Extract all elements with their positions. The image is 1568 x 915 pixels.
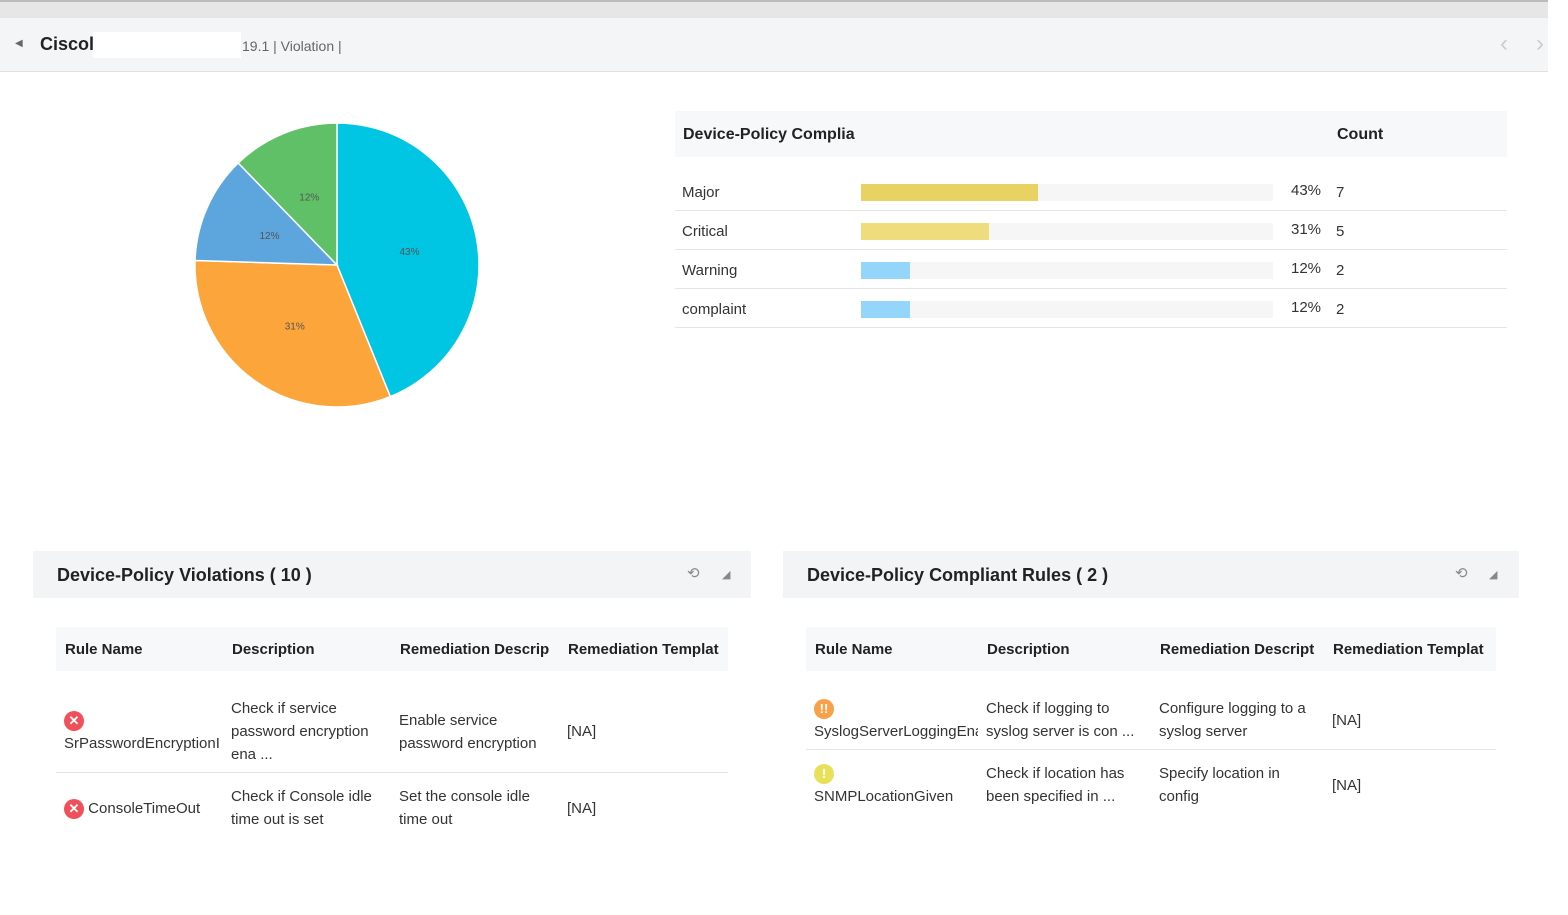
column-header[interactable]: Remediation Descrip — [391, 627, 559, 671]
warning-icon: ! — [814, 764, 834, 785]
severity-label: Warning — [682, 262, 738, 279]
compliance-legend: Device-Policy Complia Count Major 43% 7C… — [675, 111, 1507, 328]
error-icon: ✕ — [64, 798, 84, 819]
column-header[interactable]: Description — [978, 627, 1151, 671]
severity-count: 7 — [1336, 184, 1345, 201]
violations-panel-header: Device-Policy Violations ( 10 ) ⟲ ◢ — [33, 551, 751, 598]
severity-bar-fill — [861, 223, 989, 240]
pie-slice-label: 12% — [299, 193, 319, 204]
page-header: ◀ Ciscol 19.1 | Violation | ‹ › — [0, 18, 1548, 72]
severity-bar — [861, 223, 1273, 240]
severity-bar-fill — [861, 301, 911, 318]
device-title: Ciscol — [40, 34, 95, 54]
column-header[interactable]: Rule Name — [806, 627, 978, 671]
column-header[interactable]: Remediation Descript — [1151, 627, 1324, 671]
remediation-cell: Set the console idle time out — [399, 788, 530, 828]
severity-count: 2 — [1336, 301, 1345, 318]
rule-name[interactable]: SyslogServerLoggingEna — [814, 723, 978, 740]
breadcrumb: 19.1 | Violation | — [242, 38, 342, 54]
violations-title: Device-Policy Violations ( 10 ) — [57, 565, 312, 585]
column-header[interactable]: Remediation Templat — [559, 627, 728, 671]
refresh-icon[interactable]: ⟲ — [687, 564, 700, 582]
redacted-area — [93, 32, 241, 58]
severity-bar — [861, 184, 1273, 201]
compliant-title: Device-Policy Compliant Rules ( 2 ) — [807, 565, 1109, 585]
chevron-left-icon[interactable]: ‹ — [1500, 30, 1508, 58]
compliant-panel: Device-Policy Compliant Rules ( 2 ) ⟲ ◢ … — [783, 551, 1519, 805]
violations-table: Rule Name Description Remediation Descrip R… — [56, 627, 728, 837]
table-header-row: Rule Name Description Remediation Descript… — [806, 627, 1496, 671]
rule-name-cell: !! SyslogServerLoggingEna — [806, 685, 978, 750]
legend-row: Major 43% 7 — [675, 172, 1507, 211]
count-header: Count — [1337, 126, 1384, 143]
pie-chart: 43% 31% 12% 12% — [194, 122, 480, 408]
legend-row: Critical 31% 5 — [675, 211, 1507, 250]
severity-label: complaint — [682, 301, 747, 318]
description-cell: Check if Console idle time out is set — [231, 788, 372, 828]
table-row[interactable]: ✕ SrPasswordEncryptionI Check if service … — [56, 685, 728, 773]
legend-header: Device-Policy Complia Count — [675, 111, 1507, 157]
severity-percent: 12% — [1291, 260, 1322, 277]
compliant-table: Rule Name Description Remediation Descript… — [806, 627, 1496, 814]
severity-percent: 31% — [1291, 221, 1322, 238]
pie-slice-label: 43% — [399, 247, 419, 258]
table-header-row: Rule Name Description Remediation Descrip R… — [56, 627, 728, 671]
severity-percent: 43% — [1291, 182, 1322, 199]
legend-row: Warning 12% 2 — [675, 250, 1507, 289]
rule-name-cell: ✕ ConsoleTimeOut — [56, 773, 223, 838]
caret-left-icon[interactable]: ◀ — [15, 38, 23, 49]
template-cell: [NA] — [567, 799, 597, 817]
table-row[interactable]: ✕ ConsoleTimeOut Check if Console idle t… — [56, 773, 728, 838]
remediation-cell: Configure logging to a syslog server — [1151, 685, 1324, 750]
severity-bar — [861, 301, 1273, 318]
rule-name[interactable]: ConsoleTimeOut — [88, 800, 200, 817]
rule-name[interactable]: SNMPLocationGiven — [814, 788, 953, 805]
chevron-right-icon[interactable]: › — [1536, 30, 1544, 58]
severity-bar-fill — [861, 262, 911, 279]
description-cell: Check if service password encryption ena… — [223, 685, 391, 773]
column-header[interactable]: Remediation Templat — [1324, 627, 1496, 671]
severity-count: 2 — [1336, 262, 1345, 279]
template-cell: [NA] — [559, 685, 728, 773]
description-cell: Check if location has been specified in … — [986, 765, 1125, 805]
legend-title: Device-Policy Complia — [683, 126, 855, 143]
severity-label: Critical — [682, 223, 728, 240]
pie-slice-label: 12% — [259, 231, 279, 242]
table-row[interactable]: !! SyslogServerLoggingEna Check if loggin… — [806, 685, 1496, 750]
template-cell: [NA] — [1332, 776, 1362, 794]
severity-bar-fill — [861, 184, 1039, 201]
remediation-cell: Enable service password encryption — [391, 685, 559, 773]
minimize-icon[interactable]: ◢ — [1489, 568, 1497, 581]
compliant-panel-header: Device-Policy Compliant Rules ( 2 ) ⟲ ◢ — [783, 551, 1519, 598]
legend-row: complaint 12% 2 — [675, 289, 1507, 328]
column-header[interactable]: Rule Name — [56, 627, 223, 671]
template-cell: [NA] — [1324, 685, 1496, 750]
error-icon: ✕ — [64, 710, 84, 731]
severity-count: 5 — [1336, 223, 1345, 240]
major-warning-icon: !! — [814, 699, 834, 720]
column-header[interactable]: Description — [223, 627, 391, 671]
violations-panel: Device-Policy Violations ( 10 ) ⟲ ◢ Rule… — [33, 551, 751, 828]
remediation-cell: Specify location in config — [1159, 765, 1280, 805]
rule-name-cell: ✕ SrPasswordEncryptionI — [56, 685, 223, 773]
severity-label: Major — [682, 184, 720, 201]
top-strip — [0, 0, 1548, 18]
description-cell: Check if logging to syslog server is con… — [978, 685, 1151, 750]
refresh-icon[interactable]: ⟲ — [1455, 564, 1468, 582]
minimize-icon[interactable]: ◢ — [722, 568, 730, 581]
severity-percent: 12% — [1291, 299, 1322, 316]
rule-name-cell: ! SNMPLocationGiven — [806, 750, 978, 815]
severity-bar — [861, 262, 1273, 279]
table-row[interactable]: ! SNMPLocationGiven Check if location has… — [806, 750, 1496, 815]
rule-name[interactable]: SrPasswordEncryptionI — [64, 735, 220, 752]
pie-slice-label: 31% — [285, 322, 305, 333]
